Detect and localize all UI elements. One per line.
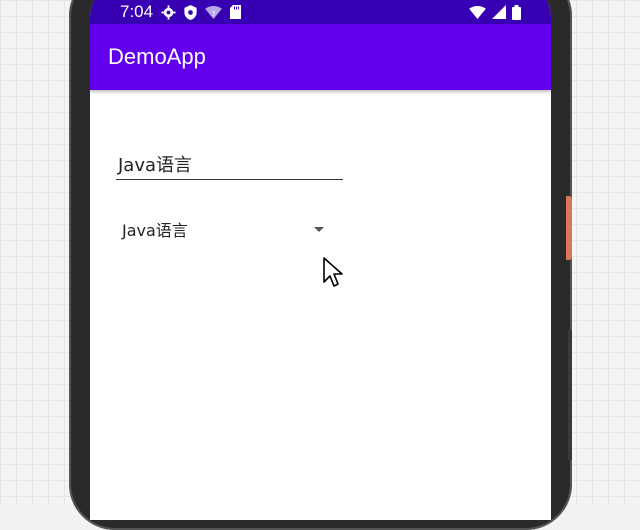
power-button[interactable] — [566, 196, 572, 260]
volume-button[interactable] — [568, 330, 572, 460]
sd-card-icon — [230, 5, 242, 19]
svg-text:?: ? — [212, 9, 216, 18]
phone-screen: 7:04 ? DemoApp — [90, 0, 551, 520]
mouse-cursor-icon — [323, 257, 343, 287]
signal-icon — [492, 5, 506, 19]
settings-icon — [161, 4, 176, 20]
wifi-full-icon — [469, 5, 486, 19]
text-input-value: Java语言 — [118, 154, 193, 176]
wifi-icon: ? — [205, 5, 222, 19]
app-title: DemoApp — [108, 44, 206, 69]
status-time: 7:04 — [120, 2, 154, 21]
app-bar: DemoApp — [90, 24, 551, 90]
dropdown-arrow-icon — [314, 226, 324, 232]
battery-icon — [512, 4, 521, 20]
spinner-selected-value: Java语言 — [122, 221, 188, 240]
shield-icon — [184, 4, 197, 20]
status-bar: 7:04 ? — [90, 0, 551, 24]
language-spinner[interactable]: Java语言 — [116, 214, 328, 244]
text-input-field[interactable]: Java语言 — [116, 148, 343, 180]
